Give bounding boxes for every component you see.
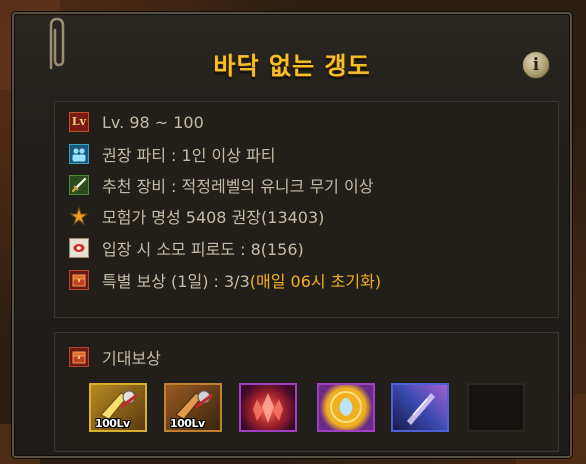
violet-shard-icon — [407, 393, 435, 425]
equipment-row: 추천 장비 : 적정레벨의 유니크 무기 이상 — [69, 173, 373, 197]
rewards-header: 기대보상 — [69, 345, 161, 369]
item-level-badge: 100Lv — [170, 417, 205, 430]
gold-orb-icon — [330, 391, 362, 423]
reward-slot-bronze-weapon-box[interactable]: 100Lv — [164, 383, 222, 432]
level-icon: Lv — [69, 112, 89, 132]
chest-icon — [69, 347, 89, 367]
reward-slot-red-crystal[interactable] — [239, 383, 297, 432]
reward-slot-gold-orb[interactable] — [317, 383, 375, 432]
special-reward-text: 특별 보상 (1일) : 3/3 — [102, 272, 250, 291]
sword-icon — [69, 175, 89, 195]
equipment-text: 추천 장비 : 적정레벨의 유니크 무기 이상 — [102, 177, 374, 196]
game-screen: 바닥 없는 갱도 i Lv Lv. 98 ~ 100 권장 파티 : 1인 이상… — [0, 0, 586, 464]
fatigue-row: 입장 시 소모 피로도 : 8(156) — [69, 236, 304, 260]
party-row: 권장 파티 : 1인 이상 파티 — [69, 142, 275, 166]
red-crystal-icon — [253, 393, 283, 423]
fame-icon — [69, 206, 89, 226]
level-range-text: Lv. 98 ~ 100 — [102, 112, 204, 132]
dungeon-title: 바닥 없는 갱도 — [213, 52, 371, 80]
party-text: 권장 파티 : 1인 이상 파티 — [102, 146, 276, 165]
fame-text: 모험가 명성 5408 권장(13403) — [102, 208, 325, 227]
special-reward-row: 특별 보상 (1일) : 3/3 (매일 06시 초기화) — [69, 268, 381, 292]
dungeon-info-panel: 바닥 없는 갱도 i Lv Lv. 98 ~ 100 권장 파티 : 1인 이상… — [12, 12, 572, 458]
fatigue-icon — [69, 238, 89, 258]
info-icon[interactable]: i — [522, 51, 550, 79]
item-level-badge: 100Lv — [95, 417, 130, 430]
party-icon — [69, 144, 89, 164]
fatigue-text: 입장 시 소모 피로도 : 8(156) — [102, 240, 304, 259]
reset-time-text: (매일 06시 초기화) — [249, 272, 382, 291]
reward-slot-violet-shard[interactable] — [391, 383, 449, 432]
reward-slot-gold-weapon-box[interactable]: 100Lv — [89, 383, 147, 432]
chest-icon — [69, 270, 89, 290]
rewards-title: 기대보상 — [102, 349, 161, 368]
expected-rewards: 기대보상 100Lv 100Lv — [54, 332, 559, 452]
level-range-row: Lv Lv. 98 ~ 100 — [69, 110, 204, 134]
reward-slot-empty — [467, 383, 525, 432]
fame-row: 모험가 명성 5408 권장(13403) — [69, 204, 324, 228]
dungeon-details: Lv Lv. 98 ~ 100 권장 파티 : 1인 이상 파티 추천 장비:… — [54, 101, 559, 318]
